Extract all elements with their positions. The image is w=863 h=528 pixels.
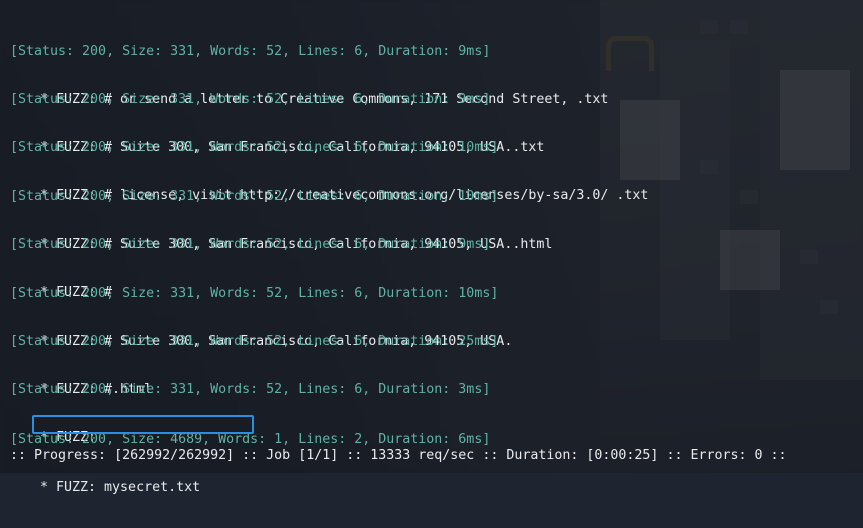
highlight-annotation-box xyxy=(32,415,254,434)
status-line: [Status: 200, Size: 331, Words: 52, Line… xyxy=(10,237,491,252)
progress-line: :: Progress: [262992/262992] :: Job [1/1… xyxy=(10,448,787,463)
status-line: [Status: 200, Size: 331, Words: 52, Line… xyxy=(10,382,491,397)
status-line: [Status: 200, Size: 331, Words: 52, Line… xyxy=(10,286,499,301)
status-line: [Status: 200, Size: 4689, Words: 1, Line… xyxy=(10,432,491,447)
status-line: [Status: 200, Size: 331, Words: 52, Line… xyxy=(10,334,499,349)
status-line: [Status: 200, Size: 331, Words: 52, Line… xyxy=(10,140,499,155)
fuzz-line: * FUZZ: mysecret.txt xyxy=(40,480,201,495)
status-line: [Status: 200, Size: 331, Words: 52, Line… xyxy=(10,92,491,107)
terminal-window[interactable]: [Status: 200, Size: 331, Words: 52, Line… xyxy=(0,0,863,495)
status-line: [Status: 200, Size: 331, Words: 52, Line… xyxy=(10,44,491,59)
status-line: [Status: 200, Size: 331, Words: 52, Line… xyxy=(10,189,499,204)
